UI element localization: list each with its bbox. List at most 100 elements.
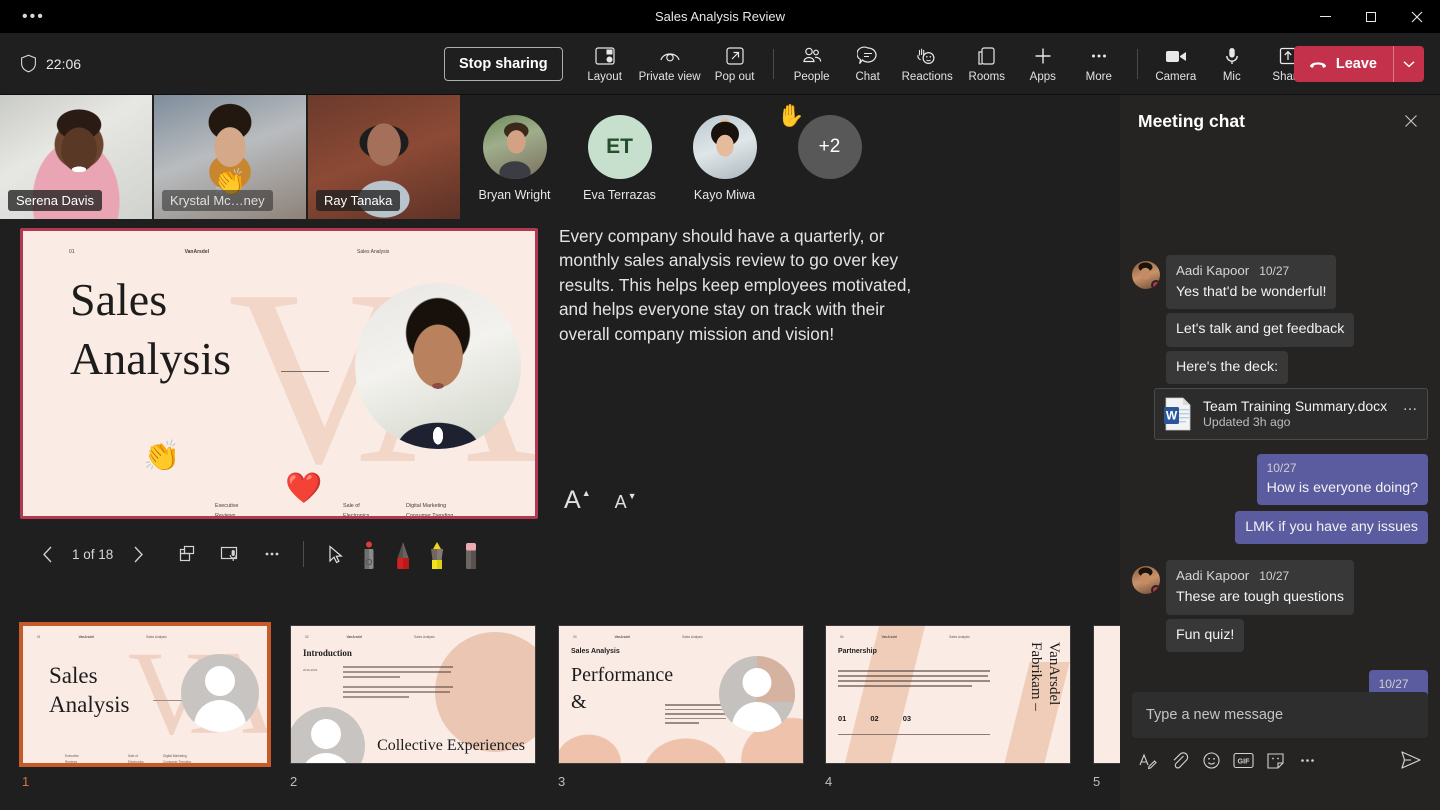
- chat-message: Aadi Kapoor 10/27 Yes that'd be wonderfu…: [1132, 255, 1428, 309]
- avatar: [693, 115, 757, 179]
- thumbnail-4-title1: Fabrikam –: [1027, 642, 1044, 711]
- presenter-view-button[interactable]: [213, 537, 247, 571]
- apps-plus-icon: [1032, 44, 1054, 68]
- emoji-button[interactable]: [1196, 746, 1226, 774]
- leave-button[interactable]: Leave: [1294, 46, 1424, 82]
- avatar-tile-bryan-wright[interactable]: Bryan Wright: [462, 95, 567, 202]
- thumbnail-3[interactable]: 03VanArsdelSales Analysis Sales Analysis…: [558, 625, 804, 764]
- slide-title-line2: Analysis: [70, 330, 231, 389]
- sticker-button[interactable]: [1260, 746, 1290, 774]
- mic-button[interactable]: Mic: [1204, 40, 1260, 87]
- previous-slide-button[interactable]: [30, 537, 64, 571]
- close-button[interactable]: [1394, 0, 1440, 33]
- send-button[interactable]: [1396, 746, 1426, 774]
- increase-font-size-button[interactable]: A ▲: [558, 484, 597, 517]
- layout-button[interactable]: Layout: [577, 40, 633, 87]
- slide-header-right: Sales Analysis: [357, 249, 389, 255]
- slide-more-options-button[interactable]: [255, 537, 289, 571]
- thumbnail-4-eyebrow: Partnership: [838, 648, 877, 655]
- video-tile-ray-tanaka[interactable]: Ray Tanaka: [308, 95, 460, 219]
- mic-label: Mic: [1223, 71, 1241, 83]
- yellow-highlighter-tool-button[interactable]: [420, 537, 454, 571]
- thumbnail-1[interactable]: 01VanArsdelSales Analysis Sales Analysis…: [22, 625, 268, 764]
- cursor-tool-button[interactable]: [318, 537, 352, 571]
- private-view-label: Private view: [639, 71, 701, 83]
- presenter-notes: Every company should have a quarterly, o…: [559, 224, 935, 346]
- chat-file-more-button[interactable]: …: [1403, 397, 1420, 414]
- slide-footer-2: Digital Marketing Consumer Trending: [406, 502, 453, 519]
- giphy-button[interactable]: GIF: [1228, 746, 1258, 774]
- next-slide-button[interactable]: [121, 537, 155, 571]
- thumbnail-number-3: 3: [558, 774, 804, 789]
- camera-label: Camera: [1155, 71, 1196, 83]
- chat-time: 10/27: [1379, 677, 1418, 693]
- minimize-button[interactable]: [1302, 0, 1348, 33]
- thumbnail-item-1[interactable]: 01VanArsdelSales Analysis Sales Analysis…: [22, 625, 268, 789]
- reactions-icon: [915, 44, 939, 68]
- video-tile-name: Krystal Mc…ney: [162, 190, 273, 211]
- chat-message-list[interactable]: Aadi Kapoor 10/27 Yes that'd be wonderfu…: [1120, 147, 1440, 702]
- more-button[interactable]: More: [1071, 40, 1127, 87]
- avatar-tile-eva-terrazas[interactable]: ET Eva Terrazas: [567, 95, 672, 202]
- thumbnail-5[interactable]: [1093, 625, 1121, 764]
- chat-time: 10/27: [1267, 461, 1418, 477]
- slide-filmstrip: 01VanArsdelSales Analysis Sales Analysis…: [0, 620, 1120, 810]
- cursor-icon: [327, 545, 344, 564]
- apps-button[interactable]: Apps: [1015, 40, 1071, 87]
- avatar-tile-overflow[interactable]: ✋ +2: [777, 95, 882, 179]
- thumbnail-2-title1: Collective Experiences: [377, 737, 525, 755]
- thumbnail-4-title2: VanArsdel: [1045, 642, 1062, 705]
- more-label: More: [1086, 71, 1112, 83]
- decrease-font-size-button[interactable]: A ▼: [609, 487, 643, 518]
- pop-out-icon: [724, 44, 746, 68]
- slide-controls: 1 of 18: [30, 537, 488, 571]
- thumbnail-item-5[interactable]: 5: [1093, 625, 1121, 789]
- presenter-view-icon: [219, 544, 241, 564]
- avatar-tile-kayo-miwa[interactable]: Kayo Miwa: [672, 95, 777, 202]
- all-slides-button[interactable]: [171, 537, 205, 571]
- compose-more-button[interactable]: [1292, 746, 1322, 774]
- chat-message-input[interactable]: Type a new message: [1132, 692, 1428, 738]
- sticker-icon: [1266, 751, 1285, 770]
- leave-main[interactable]: Leave: [1294, 46, 1393, 82]
- private-view-button[interactable]: Private view: [633, 40, 707, 87]
- thumbnail-2[interactable]: 02VanArsdelSales Analysis Introduction 2…: [290, 625, 536, 764]
- attach-button[interactable]: [1164, 746, 1194, 774]
- chat-author: Aadi Kapoor: [1176, 567, 1249, 584]
- chat-bubble: Let's talk and get feedback: [1166, 313, 1354, 346]
- reactions-button[interactable]: Reactions: [896, 40, 959, 87]
- red-pen-tool-button[interactable]: [386, 537, 420, 571]
- camera-button[interactable]: Camera: [1148, 40, 1204, 87]
- laser-pointer-tool-button[interactable]: [352, 537, 386, 571]
- chat-button[interactable]: Chat: [840, 40, 896, 87]
- layout-icon: [594, 44, 616, 68]
- format-button[interactable]: [1132, 746, 1162, 774]
- word-file-icon: W: [1163, 397, 1193, 431]
- thumbnail-item-2[interactable]: 02VanArsdelSales Analysis Introduction 2…: [290, 625, 536, 789]
- maximize-button[interactable]: [1348, 0, 1394, 33]
- thumbnail-item-4[interactable]: 04VanArsdelSales Analysis Partnership 01…: [825, 625, 1071, 789]
- people-button[interactable]: People: [784, 40, 840, 87]
- video-tile-krystal[interactable]: 👏 Krystal Mc…ney: [154, 95, 306, 219]
- eraser-tool-button[interactable]: [454, 537, 488, 571]
- people-icon: [800, 44, 824, 68]
- thumbnail-4[interactable]: 04VanArsdelSales Analysis Partnership 01…: [825, 625, 1071, 764]
- stop-sharing-button[interactable]: Stop sharing: [444, 47, 563, 81]
- pop-out-button[interactable]: Pop out: [707, 40, 763, 87]
- elapsed-time: 22:06: [46, 56, 81, 72]
- slide-title: Sales Analysis: [70, 271, 231, 389]
- close-chat-button[interactable]: [1396, 106, 1426, 136]
- leave-group: Leave: [1280, 46, 1424, 82]
- video-tile-serena-davis[interactable]: Serena Davis: [0, 95, 152, 219]
- share-tools-group: Layout Private view Pop out: [577, 40, 763, 87]
- meeting-toolbar: 22:06 Stop sharing Layout Private view: [0, 33, 1440, 95]
- shared-slide[interactable]: VA 01 VanArsdel Sales Analysis Sales Ana…: [20, 228, 538, 519]
- chat-compose-toolbar: GIF: [1132, 746, 1428, 774]
- chat-text: Yes that'd be wonderful!: [1176, 283, 1326, 301]
- leave-dropdown-button[interactable]: [1394, 46, 1424, 82]
- avatar: [483, 115, 547, 179]
- thumbnail-1-title2: Analysis: [49, 691, 130, 720]
- chat-file-attachment[interactable]: W Team Training Summary.docx Updated 3h …: [1154, 388, 1428, 440]
- thumbnail-item-3[interactable]: 03VanArsdelSales Analysis Sales Analysis…: [558, 625, 804, 789]
- rooms-button[interactable]: Rooms: [959, 40, 1015, 87]
